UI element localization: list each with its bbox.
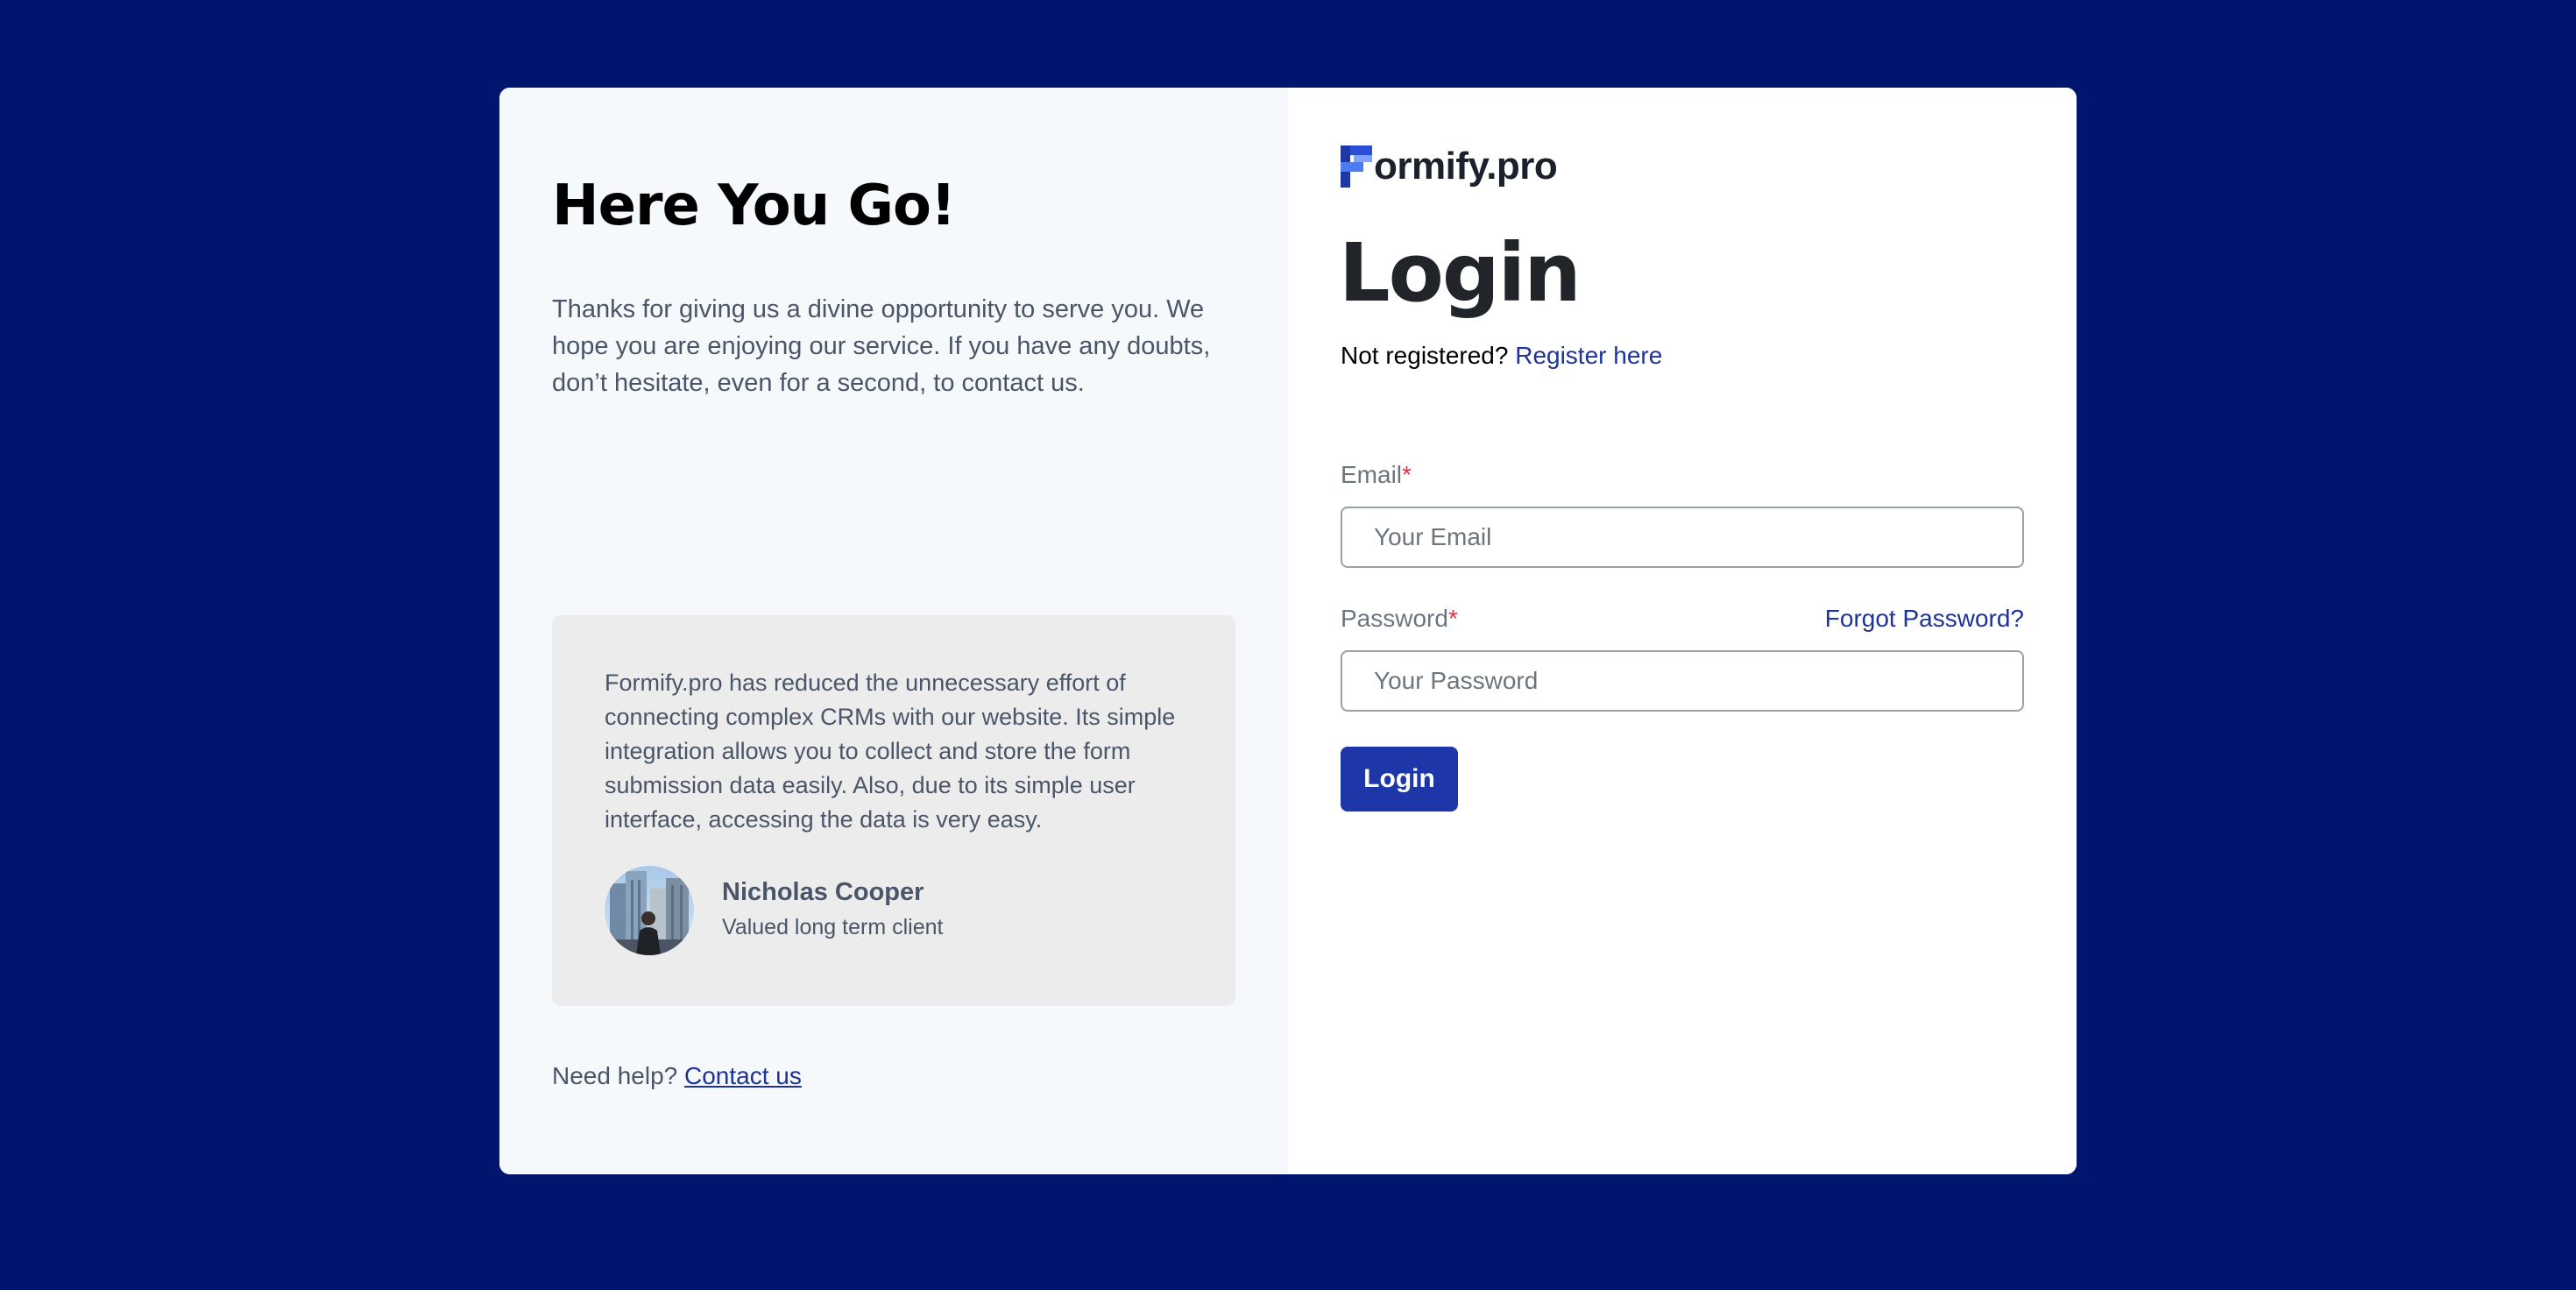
testimonial-author-name: Nicholas Cooper [722, 878, 924, 906]
welcome-panel: Here You Go! Thanks for giving us a divi… [499, 88, 1288, 1174]
contact-us-link[interactable]: Contact us [684, 1062, 802, 1089]
formify-logo-icon [1341, 145, 1372, 188]
login-card: Here You Go! Thanks for giving us a divi… [499, 88, 2077, 1174]
help-text: Need help? Contact us [552, 1062, 802, 1090]
avatar-photo-icon [605, 866, 694, 955]
avatar [605, 866, 694, 955]
email-label: Email* [1341, 461, 1412, 489]
logo-text: ormify.pro [1374, 145, 1558, 188]
register-link[interactable]: Register here [1515, 342, 1662, 369]
password-field[interactable] [1341, 650, 2024, 712]
email-label-text: Email [1341, 461, 1403, 488]
help-prefix: Need help? [552, 1062, 678, 1089]
forgot-password-link[interactable]: Forgot Password? [1825, 605, 2024, 633]
email-field[interactable] [1341, 507, 2024, 568]
password-label: Password* [1341, 605, 1458, 633]
email-required-mark: * [1402, 461, 1412, 488]
register-prompt: Not registered? Register here [1341, 342, 1662, 370]
login-panel: ormify.pro Login Not registered? Registe… [1288, 88, 2077, 1174]
brand-logo: ormify.pro [1341, 140, 1558, 193]
register-prefix: Not registered? [1341, 342, 1509, 369]
hero-description: Thanks for giving us a divine opportunit… [552, 295, 1211, 397]
testimonial-quote: Formify.pro has reduced the unnecessary … [605, 670, 1176, 833]
testimonial-author-role: Valued long term client [722, 915, 944, 939]
password-required-mark: * [1447, 605, 1458, 632]
login-title: Login [1339, 226, 1582, 320]
password-label-text: Password [1341, 605, 1448, 632]
login-button[interactable]: Login [1341, 747, 1458, 812]
hero-title: Here You Go! [552, 174, 956, 238]
testimonial-card: Formify.pro has reduced the unnecessary … [552, 615, 1235, 1006]
